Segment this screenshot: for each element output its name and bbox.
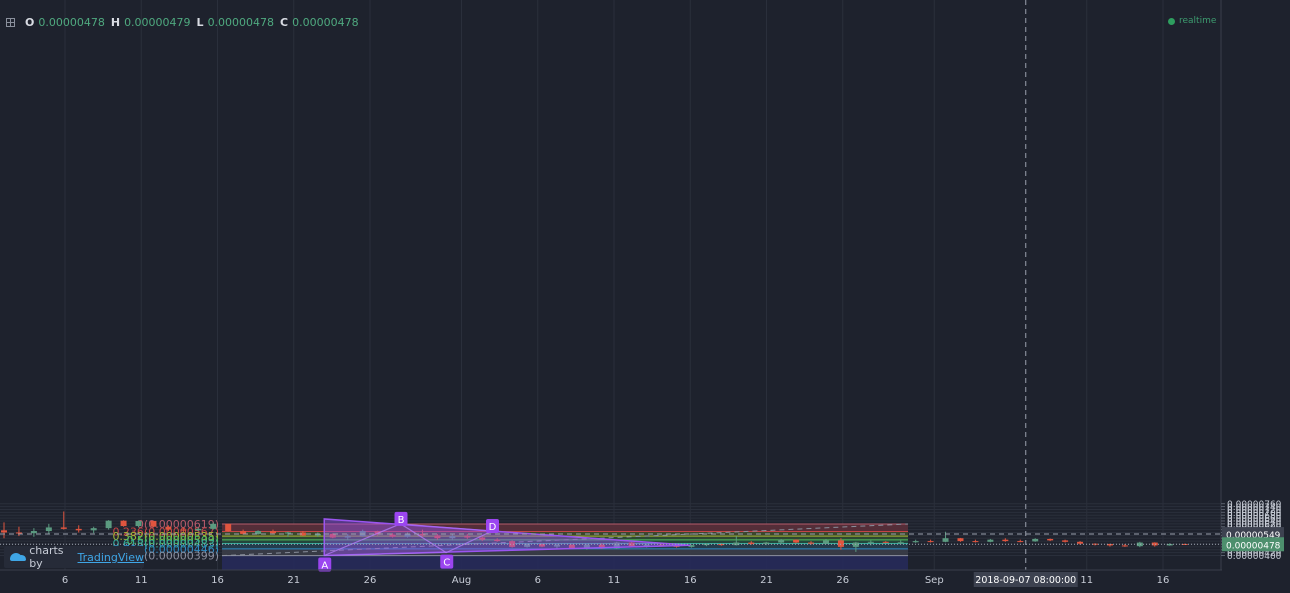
high-key: H [110, 16, 121, 29]
time-tick-label: 16 [684, 575, 697, 586]
low-value: 0.00000478 [207, 16, 275, 29]
candle-body [240, 531, 247, 534]
candle-body [210, 523, 217, 529]
time-tick-label: 6 [535, 575, 541, 586]
branding-prefix: charts by [29, 544, 64, 570]
time-tick-label: 11 [608, 575, 621, 586]
candle-body [270, 531, 277, 534]
candle-body [942, 538, 949, 542]
candle-body [897, 542, 904, 544]
candle-body [1032, 538, 1039, 542]
realtime-label: realtime [1179, 16, 1217, 26]
current-price-label: 0.00000478 [1226, 541, 1281, 551]
candle-body [912, 541, 919, 543]
open-key: O [25, 16, 35, 29]
candle-body [284, 532, 291, 534]
fib-level-label: 1(0.00000399) [137, 550, 219, 563]
tradingview-link[interactable]: TradingView [78, 551, 144, 564]
close-value: 0.00000478 [292, 16, 359, 29]
grid-lines [0, 0, 1220, 570]
high-value: 0.00000479 [124, 16, 191, 29]
cloud-logo-icon [10, 552, 27, 562]
candle-body [882, 541, 889, 543]
candle-body [957, 538, 964, 542]
candle-body [225, 523, 232, 532]
candle-body [105, 520, 112, 529]
low-key: L [196, 16, 204, 29]
candle-body [987, 539, 994, 542]
candle-body [927, 541, 934, 543]
time-tick-label: 11 [1080, 575, 1093, 586]
candle-body [15, 532, 22, 534]
candle-body [763, 542, 770, 544]
time-tick-label: 6 [62, 575, 68, 586]
time-tick-label: Aug [452, 575, 472, 586]
candle-body [60, 527, 67, 529]
price-chart[interactable]: 0(0.00000619)0.236(0.00000567)0.382(0.00… [0, 0, 1290, 593]
candle-body [1121, 545, 1128, 547]
candle-body [135, 520, 142, 527]
candle-body [1002, 539, 1009, 542]
time-tick-label: 26 [364, 575, 377, 586]
crosshair-date-label: 2018-09-07 08:00:00 [975, 575, 1076, 586]
candle-body [748, 542, 755, 544]
candle-body [165, 526, 172, 530]
candle-body [1062, 540, 1069, 542]
candle-body [822, 540, 829, 544]
pattern-point-label: B [398, 515, 405, 526]
candle-body [30, 531, 37, 534]
open-value: 0.00000478 [38, 16, 105, 29]
candle-body [1017, 541, 1024, 543]
candle-body [808, 542, 815, 544]
candle-body [150, 520, 157, 527]
time-tick-label: Sep [925, 575, 944, 586]
candle-body [793, 539, 800, 543]
candle-body [867, 541, 874, 543]
time-tick-label: 21 [760, 575, 773, 586]
candle-body [1, 530, 7, 533]
candle-body [837, 540, 844, 547]
candle-body [45, 527, 52, 532]
realtime-dot-icon [1168, 17, 1175, 25]
time-tick-label: 26 [836, 575, 849, 586]
candle-body [255, 531, 262, 534]
candle-body [195, 528, 202, 531]
candle-body [180, 529, 187, 531]
price-tick-label: 0.00000400 [1227, 552, 1282, 562]
candle-body [120, 520, 127, 527]
candle-body [972, 541, 979, 543]
candle-body [90, 528, 97, 531]
candle-body [1047, 538, 1054, 541]
realtime-indicator: realtime [1168, 16, 1216, 26]
candle-body [778, 539, 785, 543]
time-tick-label: 16 [211, 575, 224, 586]
pattern-point-label: C [443, 558, 450, 569]
expand-icon[interactable] [6, 18, 15, 27]
close-key: C [280, 16, 289, 29]
time-tick-label: 21 [287, 575, 300, 586]
candle-body [1077, 541, 1084, 544]
tradingview-branding[interactable]: charts by TradingView [4, 544, 144, 570]
time-tick-label: 16 [1157, 575, 1170, 586]
chart-root[interactable]: 0(0.00000619) 0.236(0.00000567) 0.382(0.00… [0, 0, 1290, 593]
time-tick-label: 11 [135, 575, 148, 586]
candle-body [75, 528, 82, 531]
ohlc-legend: O 0.00000478 H 0.00000479 L 0.00000478 C… [6, 16, 359, 29]
pattern-point-label: D [489, 522, 497, 533]
